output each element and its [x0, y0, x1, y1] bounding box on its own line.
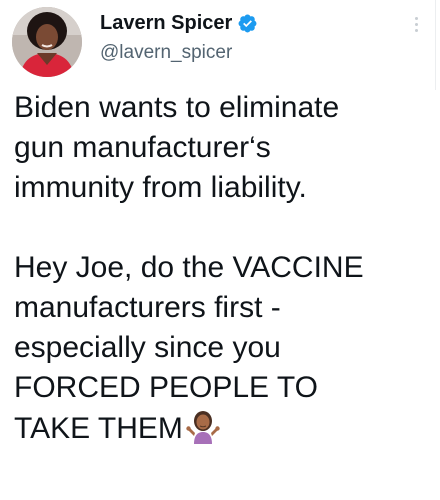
- tweet-line: manufacturers first -: [14, 291, 281, 324]
- author-info: Lavern Spicer @lavern_spicer: [100, 10, 390, 65]
- tweet-line: immunity from liability.: [14, 171, 307, 204]
- more-dot: [414, 29, 418, 32]
- author-display-name[interactable]: Lavern Spicer: [100, 10, 232, 36]
- tweet-card: Lavern Spicer @lavern_spicer Biden wants…: [0, 0, 440, 500]
- tweet-paragraph-2: Hey Joe, do the VACCINE manufacturers fi…: [14, 248, 434, 449]
- verified-badge-icon: [238, 14, 257, 32]
- more-vertical-icon: [414, 17, 418, 20]
- more-dot: [414, 23, 418, 26]
- tweet-line: Biden wants to eliminate: [14, 91, 340, 124]
- tweet-line: FORCED PEOPLE TO: [14, 371, 318, 404]
- tweet-line: Hey Joe, do the VACCINE: [14, 251, 364, 284]
- tweet-line: gun manufacturer‘s: [14, 131, 271, 164]
- avatar-photo-icon: [12, 7, 82, 77]
- tweet-line: TAKE THEM: [14, 412, 183, 445]
- tweet-line: especially since you: [14, 331, 281, 364]
- tweet-paragraph-1: Biden wants to eliminate gun manufacture…: [14, 88, 434, 208]
- author-avatar[interactable]: [12, 7, 82, 77]
- more-options-button[interactable]: [412, 14, 420, 36]
- name-row: Lavern Spicer: [100, 10, 390, 36]
- author-handle[interactable]: @lavern_spicer: [100, 41, 390, 65]
- tweet-text: Biden wants to eliminate gun manufacture…: [14, 88, 434, 449]
- divider: [435, 0, 436, 90]
- person-shrugging-emoji-icon: [186, 411, 220, 444]
